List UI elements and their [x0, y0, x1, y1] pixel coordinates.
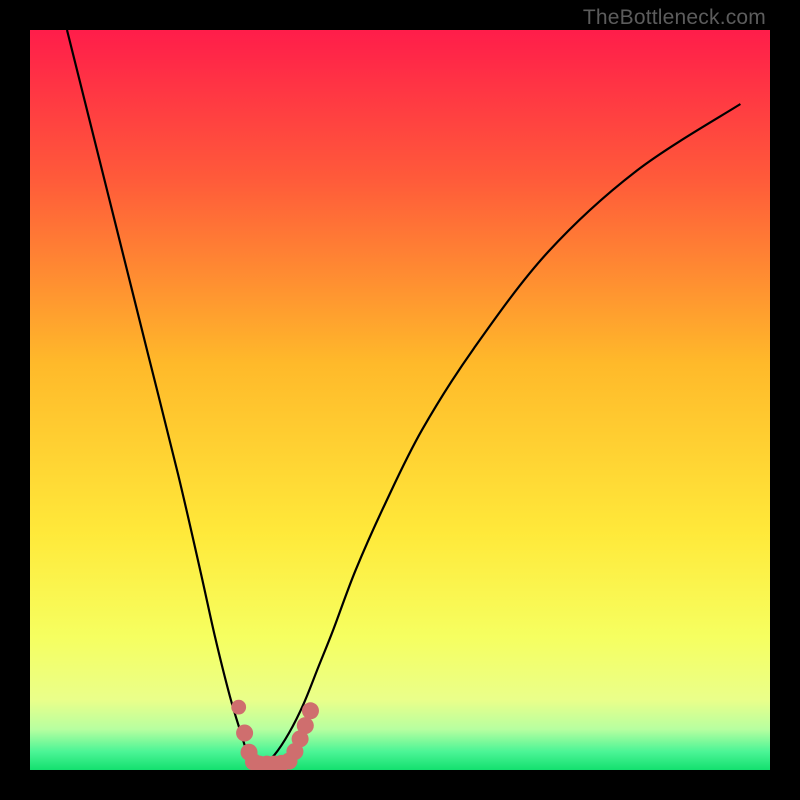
data-marker	[297, 717, 314, 734]
data-marker	[231, 700, 246, 715]
data-marker	[302, 702, 319, 719]
gradient-background	[30, 30, 770, 770]
data-marker	[236, 724, 253, 741]
bottleneck-chart	[30, 30, 770, 770]
chart-frame	[30, 30, 770, 770]
watermark-text: TheBottleneck.com	[583, 6, 766, 30]
